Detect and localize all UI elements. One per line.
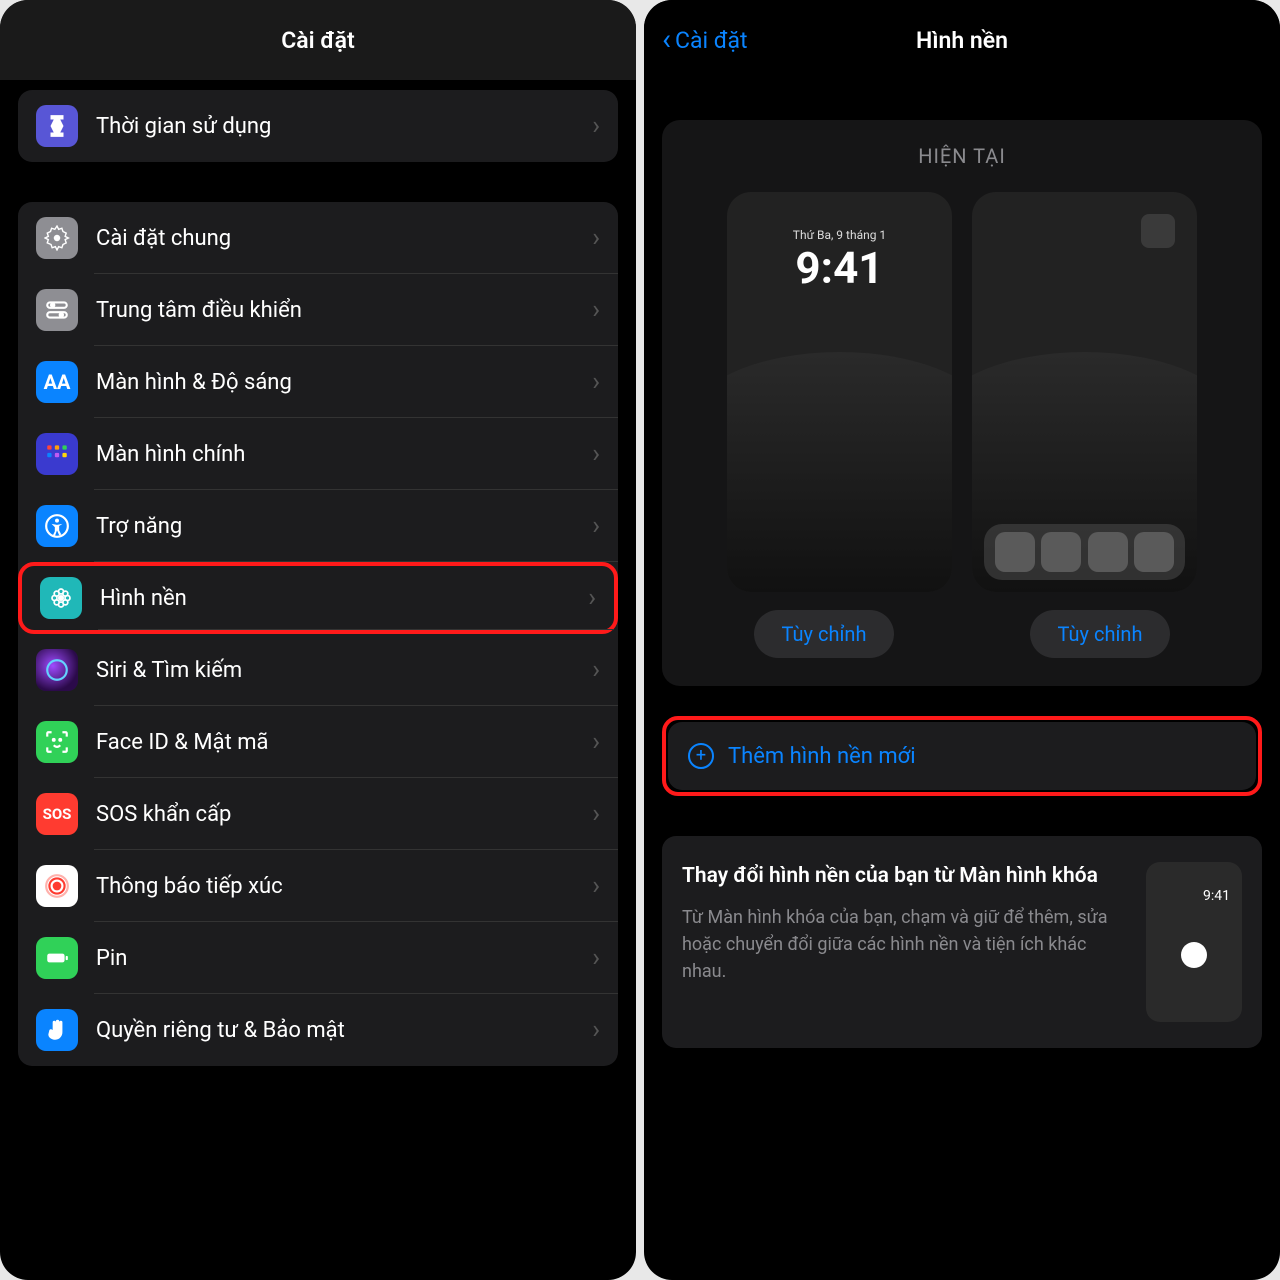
row-siri[interactable]: Siri & Tìm kiếm ›: [18, 634, 618, 706]
wallpaper-screen: ‹ Cài đặt Hình nền HIỆN TẠI Thứ Ba, 9 th…: [644, 0, 1280, 1280]
chevron-right-icon: ›: [592, 943, 600, 973]
row-label: Face ID & Mật mã: [96, 730, 592, 755]
chevron-right-icon: ›: [592, 511, 600, 541]
tip-description: Từ Màn hình khóa của bạn, chạm và giữ để…: [682, 904, 1128, 985]
hand-icon: [36, 1009, 78, 1051]
wallpaper-shape: [727, 352, 952, 592]
row-sos[interactable]: SOS SOS khẩn cấp ›: [18, 778, 618, 850]
row-wallpaper[interactable]: Hình nền ›: [18, 562, 618, 634]
wallpaper-content[interactable]: HIỆN TẠI Thứ Ba, 9 tháng 1 9:41 Tùy chỉn…: [644, 80, 1280, 1280]
preview-time: 9:41: [727, 242, 952, 294]
row-label: Quyền riêng tư & Bảo mật: [96, 1018, 592, 1043]
row-label: Siri & Tìm kiếm: [96, 658, 592, 683]
textsize-icon: AA: [36, 361, 78, 403]
widget-placeholder: [1141, 214, 1175, 248]
customize-homescreen-button[interactable]: Tùy chỉnh: [1030, 610, 1171, 658]
sos-icon: SOS: [36, 793, 78, 835]
customize-lockscreen-button[interactable]: Tùy chỉnh: [754, 610, 895, 658]
chevron-right-icon: ›: [592, 111, 600, 141]
row-exposure[interactable]: Thông báo tiếp xúc ›: [18, 850, 618, 922]
chevron-right-icon: ›: [592, 799, 600, 829]
row-label: Trung tâm điều khiển: [96, 298, 592, 323]
plus-circle-icon: +: [688, 743, 714, 769]
tip-card: Thay đổi hình nền của bạn từ Màn hình kh…: [662, 836, 1262, 1048]
row-label: Trợ năng: [96, 514, 592, 539]
preview-date: Thứ Ba, 9 tháng 1: [727, 228, 952, 242]
chevron-right-icon: ›: [588, 583, 596, 613]
current-label: HIỆN TẠI: [686, 144, 1238, 168]
dock: [984, 524, 1185, 580]
chevron-right-icon: ›: [592, 655, 600, 685]
row-label: Màn hình & Độ sáng: [96, 370, 592, 395]
toggles-icon: [36, 289, 78, 331]
chevron-right-icon: ›: [592, 223, 600, 253]
preview-row: Thứ Ba, 9 tháng 1 9:41: [686, 192, 1238, 592]
flower-icon: [40, 577, 82, 619]
screentime-icon: [36, 105, 78, 147]
tip-thumb-dot-icon: [1181, 942, 1207, 968]
row-display[interactable]: AA Màn hình & Độ sáng ›: [18, 346, 618, 418]
chevron-right-icon: ›: [592, 367, 600, 397]
tip-thumbnail: 9:41: [1146, 862, 1242, 1022]
add-wallpaper-button[interactable]: + Thêm hình nền mới: [668, 722, 1256, 790]
faceid-icon: [36, 721, 78, 763]
chevron-right-icon: ›: [592, 727, 600, 757]
header: Cài đặt: [0, 0, 636, 80]
back-label: Cài đặt: [675, 27, 748, 54]
row-faceid[interactable]: Face ID & Mật mã ›: [18, 706, 618, 778]
row-privacy[interactable]: Quyền riêng tư & Bảo mật ›: [18, 994, 618, 1066]
tip-thumb-time: 9:41: [1203, 888, 1230, 904]
grid-icon: [36, 433, 78, 475]
add-wallpaper-label: Thêm hình nền mới: [728, 744, 916, 769]
row-label: Hình nền: [100, 586, 588, 611]
exposure-icon: [36, 865, 78, 907]
row-label: Màn hình chính: [96, 442, 592, 467]
homescreen-preview[interactable]: [972, 192, 1197, 592]
row-control-center[interactable]: Trung tâm điều khiển ›: [18, 274, 618, 346]
chevron-right-icon: ›: [592, 871, 600, 901]
row-home-screen[interactable]: Màn hình chính ›: [18, 418, 618, 490]
row-label: Thời gian sử dụng: [96, 114, 592, 139]
row-general[interactable]: Cài đặt chung ›: [18, 202, 618, 274]
siri-icon: [36, 649, 78, 691]
row-accessibility[interactable]: Trợ năng ›: [18, 490, 618, 562]
tip-title: Thay đổi hình nền của bạn từ Màn hình kh…: [682, 862, 1128, 890]
chevron-right-icon: ›: [592, 1015, 600, 1045]
tip-text: Thay đổi hình nền của bạn từ Màn hình kh…: [682, 862, 1128, 1022]
row-label: Pin: [96, 946, 592, 971]
row-label: Cài đặt chung: [96, 226, 592, 251]
group-screentime: Thời gian sử dụng ›: [18, 90, 618, 162]
accessibility-icon: [36, 505, 78, 547]
page-title: Hình nền: [916, 27, 1008, 54]
page-title: Cài đặt: [281, 27, 354, 54]
back-button[interactable]: ‹ Cài đặt: [662, 25, 748, 55]
row-label: SOS khẩn cấp: [96, 802, 592, 827]
row-battery[interactable]: Pin ›: [18, 922, 618, 994]
group-main: Cài đặt chung › Trung tâm điều khiển › A…: [18, 202, 618, 1066]
header: ‹ Cài đặt Hình nền: [644, 0, 1280, 80]
gear-icon: [36, 217, 78, 259]
add-wallpaper-highlight: + Thêm hình nền mới: [662, 716, 1262, 796]
row-label: Thông báo tiếp xúc: [96, 874, 592, 899]
chevron-left-icon: ‹: [662, 25, 671, 55]
settings-list[interactable]: Thời gian sử dụng › Cài đặt chung › Trun…: [0, 80, 636, 1280]
customize-buttons: Tùy chỉnh Tùy chỉnh: [686, 610, 1238, 658]
chevron-right-icon: ›: [592, 295, 600, 325]
chevron-right-icon: ›: [592, 439, 600, 469]
current-wallpaper-card: HIỆN TẠI Thứ Ba, 9 tháng 1 9:41 Tùy chỉn…: [662, 120, 1262, 686]
row-screen-time[interactable]: Thời gian sử dụng ›: [18, 90, 618, 162]
lockscreen-preview[interactable]: Thứ Ba, 9 tháng 1 9:41: [727, 192, 952, 592]
battery-icon: [36, 937, 78, 979]
settings-screen: Cài đặt Thời gian sử dụng › Cài đặt chun…: [0, 0, 636, 1280]
